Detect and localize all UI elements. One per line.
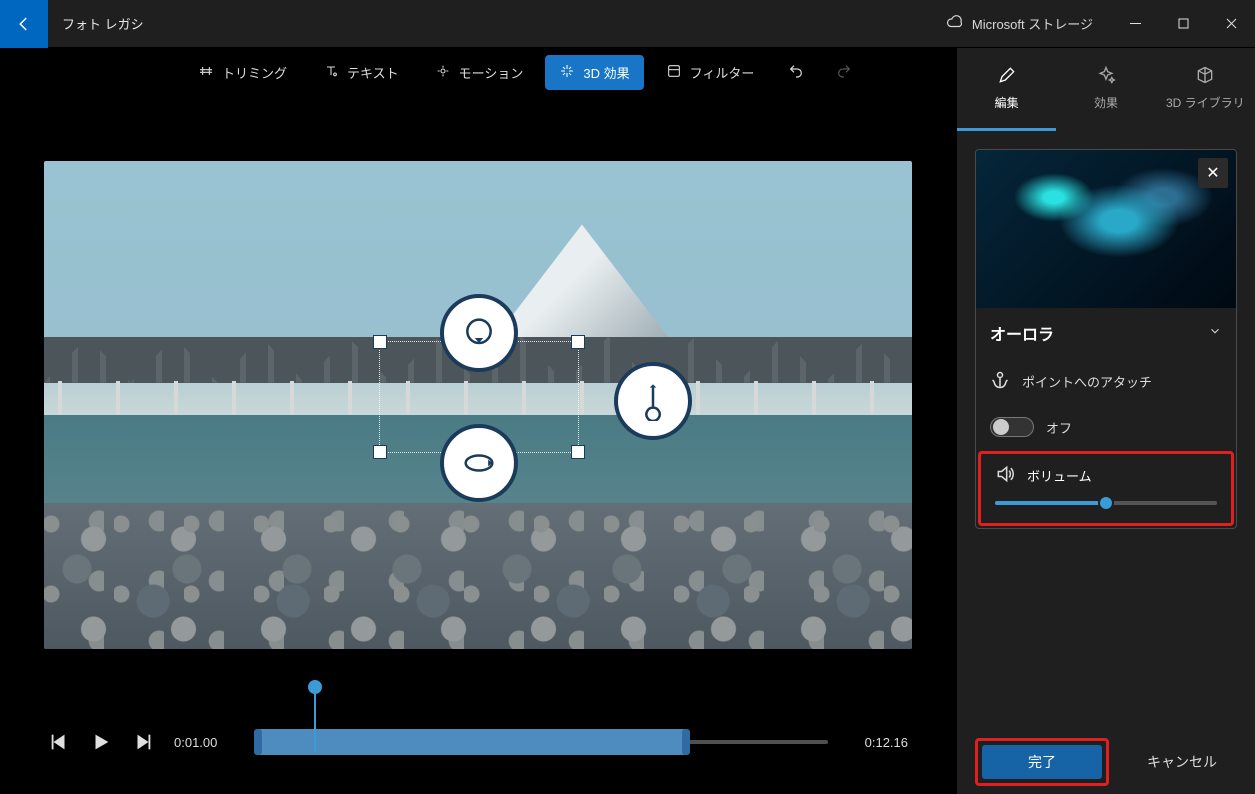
resize-handle-tr[interactable] bbox=[571, 335, 585, 349]
title-bar: フォト レガシ Microsoft ストレージ bbox=[0, 0, 1255, 48]
tab-effects-label: 効果 bbox=[1094, 94, 1118, 111]
redo-button bbox=[824, 55, 864, 90]
volume-thumb[interactable] bbox=[1098, 495, 1114, 511]
effect-selection-box[interactable] bbox=[379, 341, 579, 453]
attach-toggle[interactable] bbox=[990, 417, 1034, 437]
filter-label: フィルター bbox=[690, 63, 755, 82]
current-time: 0:01.00 bbox=[174, 735, 234, 750]
resize-handle-tl[interactable] bbox=[373, 335, 387, 349]
volume-section: ボリューム bbox=[978, 451, 1234, 526]
resize-handle-br[interactable] bbox=[571, 445, 585, 459]
video-preview[interactable] bbox=[44, 161, 912, 649]
resize-handle-bl[interactable] bbox=[373, 445, 387, 459]
effect-name-row[interactable]: オーロラ bbox=[976, 308, 1236, 358]
edit-toolbar: トリミング テキスト モーション 3D 効果 フィルター bbox=[0, 48, 956, 96]
trim-icon bbox=[198, 63, 214, 82]
motion-label: モーション bbox=[459, 63, 524, 82]
filter-tool[interactable]: フィルター bbox=[652, 55, 769, 90]
motion-tool[interactable]: モーション bbox=[421, 55, 538, 90]
back-button[interactable] bbox=[0, 0, 48, 48]
redo-icon bbox=[836, 63, 852, 82]
filter-icon bbox=[666, 63, 682, 82]
sparkles-icon bbox=[1096, 65, 1116, 88]
volume-label: ボリューム bbox=[1027, 466, 1092, 485]
play-button[interactable] bbox=[90, 731, 112, 753]
motion-icon bbox=[435, 63, 451, 82]
attach-row[interactable]: ポイントへのアタッチ bbox=[976, 358, 1236, 405]
playhead[interactable] bbox=[314, 688, 316, 752]
cancel-button[interactable]: キャンセル bbox=[1127, 745, 1237, 779]
effect-name: オーロラ bbox=[990, 321, 1054, 345]
text-tool[interactable]: テキスト bbox=[309, 55, 413, 90]
storage-label: Microsoft ストレージ bbox=[972, 14, 1093, 33]
rotate-y-gizmo[interactable] bbox=[614, 362, 692, 440]
close-icon: ✕ bbox=[1206, 163, 1219, 183]
frame-back-button[interactable] bbox=[48, 731, 70, 753]
window-minimize-button[interactable] bbox=[1111, 8, 1159, 40]
frame-forward-button[interactable] bbox=[132, 731, 154, 753]
effect-thumbnail bbox=[976, 150, 1236, 308]
app-title: フォト レガシ bbox=[62, 14, 144, 33]
anchor-icon bbox=[990, 370, 1010, 393]
chevron-down-icon bbox=[1208, 324, 1222, 343]
text-label: テキスト bbox=[347, 63, 399, 82]
cloud-icon bbox=[946, 13, 964, 34]
undo-icon bbox=[788, 63, 804, 82]
3d-effects-label: 3D 効果 bbox=[583, 63, 629, 82]
text-icon bbox=[323, 63, 339, 82]
effect-card: ✕ オーロラ ポイントへのアタッチ オフ ボリューム bbox=[975, 149, 1237, 529]
panel-footer: 完了 キャンセル bbox=[957, 730, 1255, 794]
effect-range[interactable] bbox=[254, 729, 690, 755]
tab-3d-library[interactable]: 3D ライブラリ bbox=[1156, 48, 1255, 128]
window-maximize-button[interactable] bbox=[1159, 8, 1207, 40]
playback-bar: 0:01.00 0:12.16 bbox=[48, 718, 908, 766]
window-close-button[interactable] bbox=[1207, 8, 1255, 40]
done-button[interactable]: 完了 bbox=[982, 745, 1102, 779]
volume-icon bbox=[995, 464, 1015, 487]
tab-effects[interactable]: 効果 bbox=[1056, 48, 1155, 128]
side-tabs: 編集 効果 3D ライブラリ bbox=[957, 48, 1255, 128]
volume-slider[interactable] bbox=[995, 501, 1217, 505]
rotate-z-gizmo[interactable] bbox=[440, 424, 518, 502]
total-time: 0:12.16 bbox=[848, 735, 908, 750]
rotate-x-gizmo[interactable] bbox=[440, 294, 518, 372]
sparkle-icon bbox=[559, 63, 575, 82]
timeline-track[interactable] bbox=[254, 718, 828, 766]
tab-edit[interactable]: 編集 bbox=[957, 48, 1056, 128]
attach-label: ポイントへのアタッチ bbox=[1022, 372, 1152, 391]
undo-button[interactable] bbox=[776, 55, 816, 90]
tab-edit-label: 編集 bbox=[995, 94, 1019, 111]
storage-link[interactable]: Microsoft ストレージ bbox=[928, 13, 1111, 34]
pencil-icon bbox=[997, 65, 1017, 88]
tab-library-label: 3D ライブラリ bbox=[1166, 94, 1245, 111]
3d-effects-tool[interactable]: 3D 効果 bbox=[545, 55, 643, 90]
attach-toggle-label: オフ bbox=[1046, 418, 1072, 437]
trim-label: トリミング bbox=[222, 63, 287, 82]
remove-effect-button[interactable]: ✕ bbox=[1198, 158, 1228, 188]
trim-tool[interactable]: トリミング bbox=[184, 55, 301, 90]
cube-icon bbox=[1195, 65, 1215, 88]
attach-toggle-row: オフ bbox=[976, 405, 1236, 449]
